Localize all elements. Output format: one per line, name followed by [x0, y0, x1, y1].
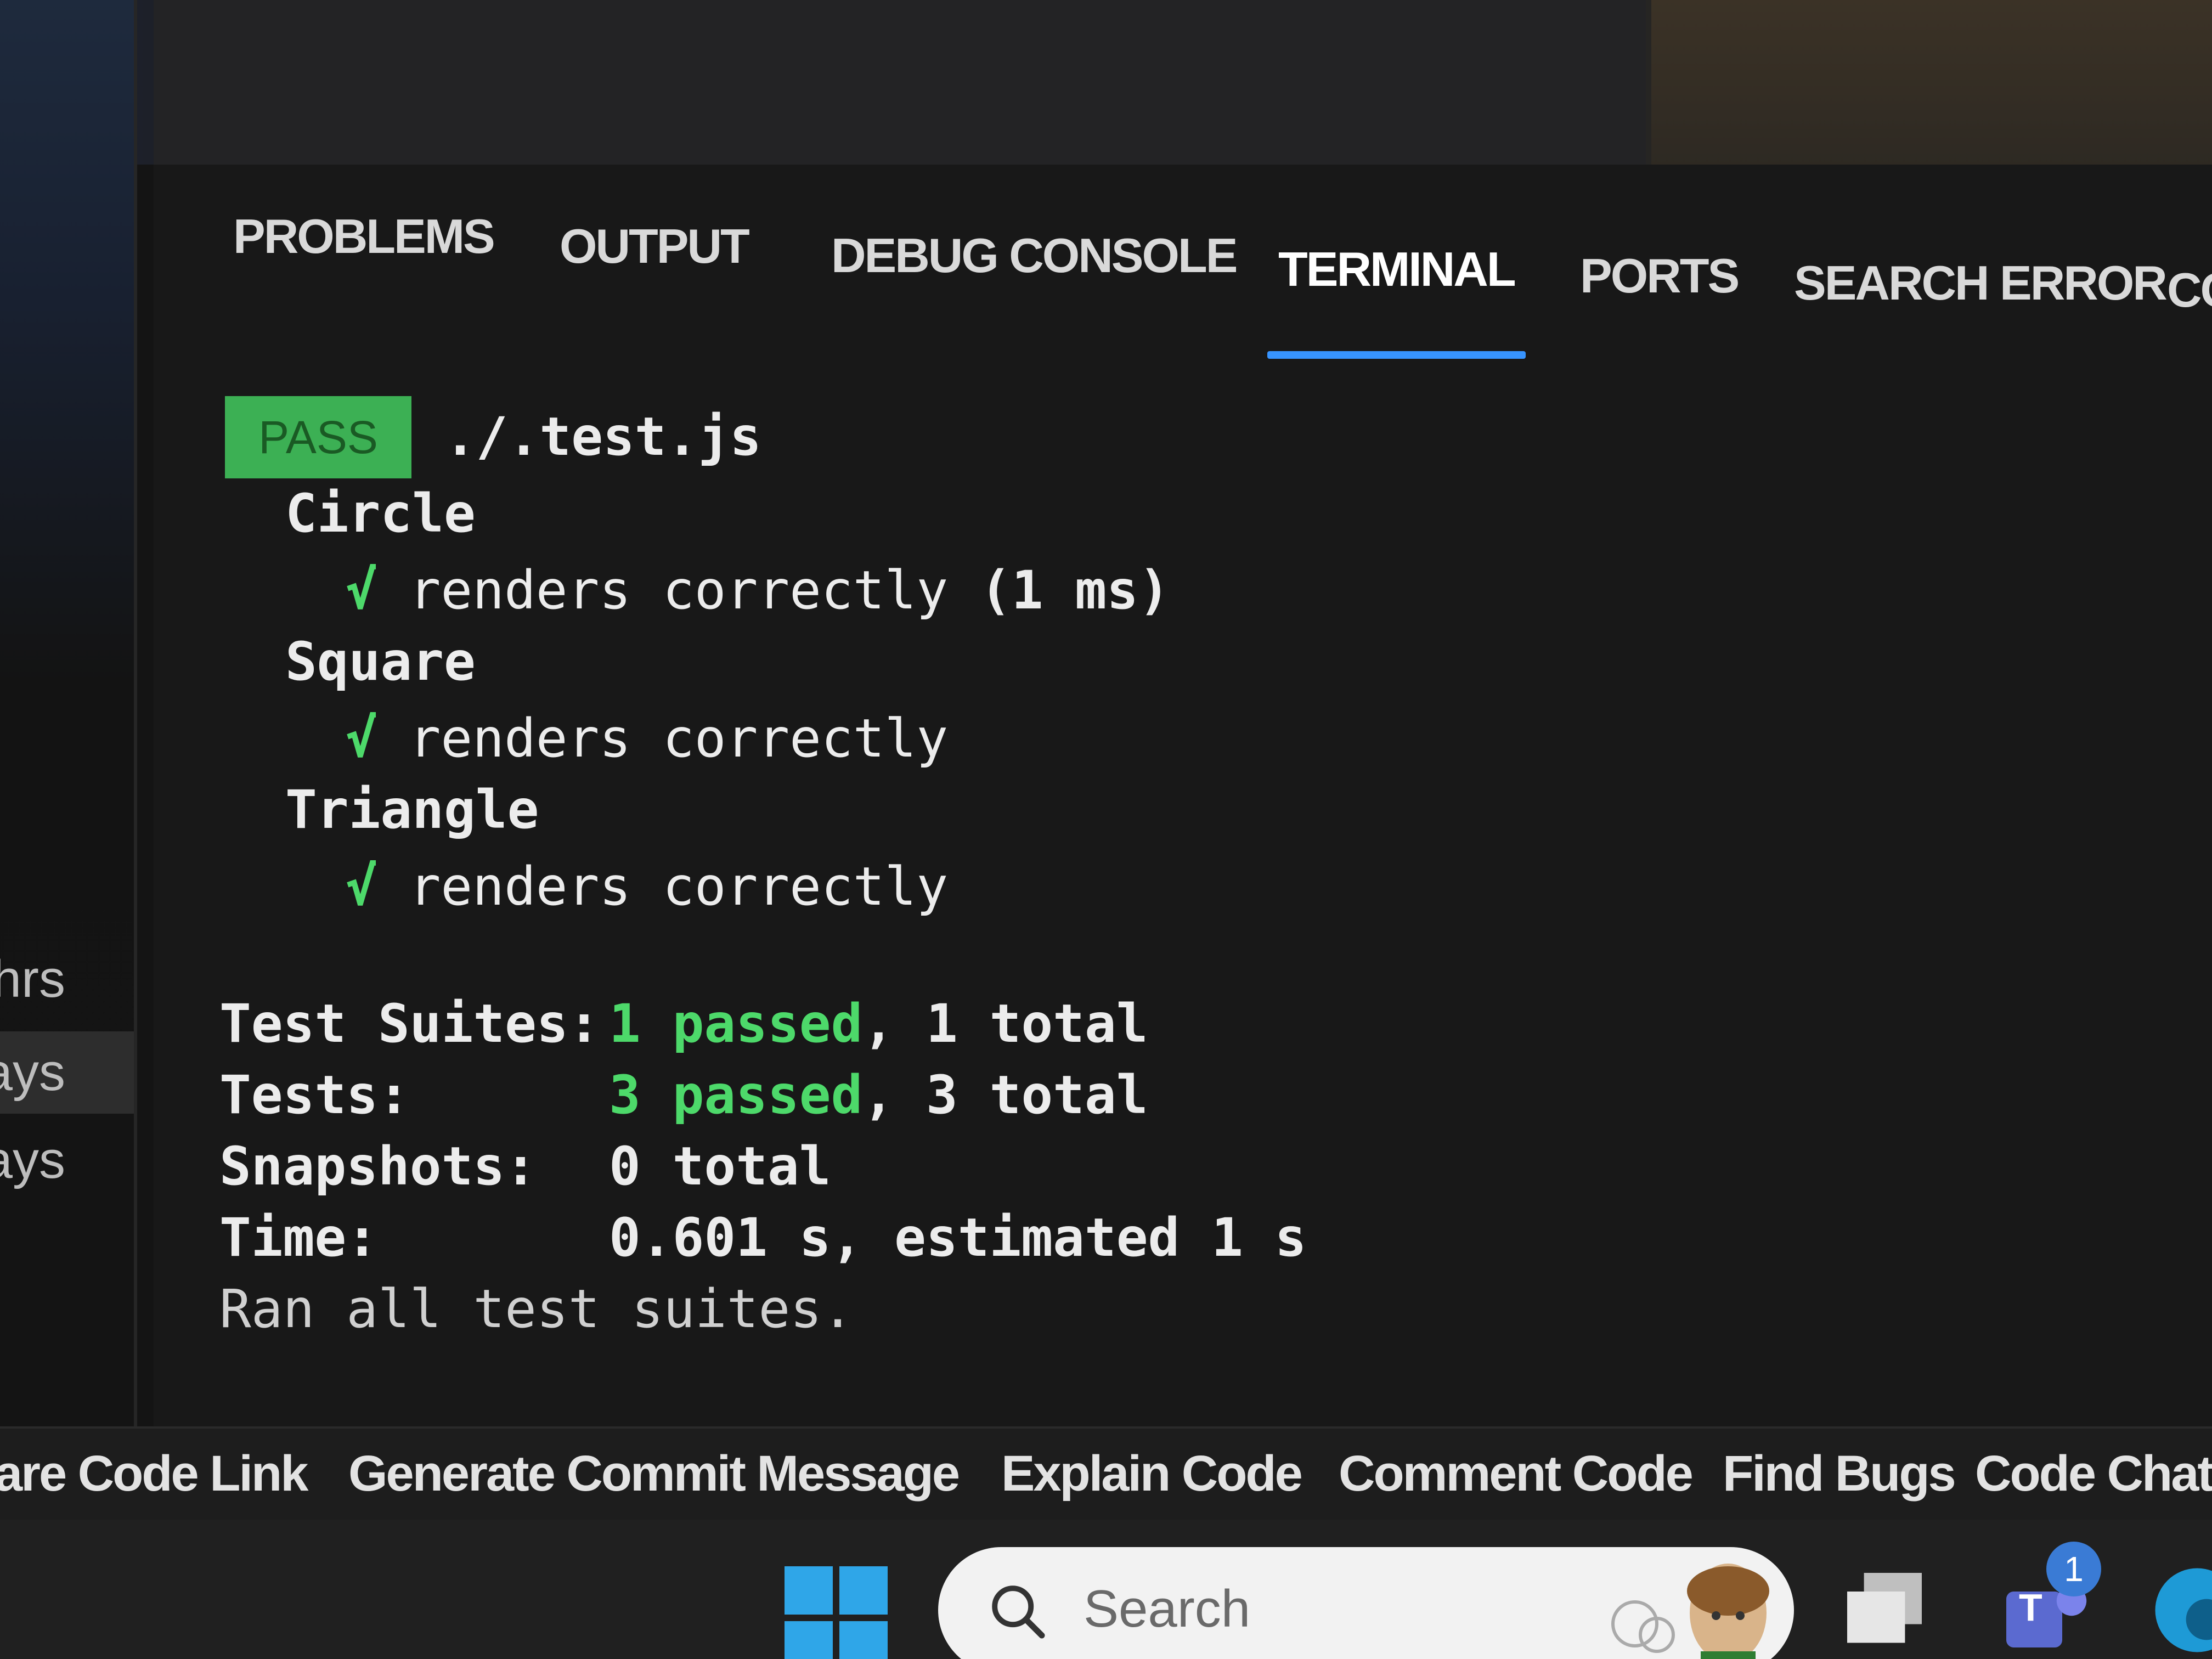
taskbar-search[interactable]: Search	[938, 1547, 1794, 1659]
suite-name: Square	[285, 631, 476, 692]
summary-tests-label: Tests:	[219, 1064, 410, 1126]
sidebar-item-1[interactable]: ays	[0, 1031, 134, 1114]
status-command-bar: are Code Link Generate Commit Message Ex…	[0, 1426, 2212, 1520]
summary-snapshots-value: 0 total	[609, 1136, 831, 1197]
panel-tabs: PROBLEMS OUTPUT DEBUG CONSOLE TERMINAL P…	[154, 165, 2212, 359]
search-highlight-icon	[1611, 1564, 1769, 1659]
tab-output[interactable]: OUTPUT	[560, 218, 750, 328]
tab-search-error[interactable]: SEARCH ERROR	[1794, 255, 2168, 365]
summary-time-label: Time:	[219, 1207, 378, 1268]
windows-start-icon[interactable]	[785, 1566, 889, 1659]
generate-commit-message-button[interactable]: Generate Commit Message	[348, 1445, 960, 1503]
sidebar-item-label: hrs	[0, 950, 65, 1008]
background-object	[1651, 0, 2212, 187]
explain-code-button[interactable]: Explain Code	[1001, 1445, 1303, 1503]
background-top	[0, 0, 2212, 187]
editor-area-edge	[154, 0, 1646, 165]
test-file-path: ./.test.js	[444, 406, 761, 467]
sidebar-item-label: ays	[0, 1043, 65, 1102]
search-icon	[992, 1585, 1045, 1639]
test-result-line: √ renders correctly (1 ms)	[346, 560, 1170, 621]
edge-icon[interactable]	[2151, 1564, 2212, 1657]
check-icon: √	[346, 708, 377, 769]
tab-debug-console[interactable]: DEBUG CONSOLE	[831, 228, 1238, 337]
test-result-line: √ renders correctly	[346, 856, 948, 917]
suites-total: , 1 total	[862, 993, 1148, 1054]
ran-all-suites: Ran all test suites.	[219, 1278, 854, 1340]
test-result-line: √ renders correctly	[346, 708, 948, 769]
terminal-output[interactable]: PASS ./.test.js Circle √ renders correct…	[154, 384, 2212, 1404]
summary-tests-value: 3 passed, 3 total	[609, 1064, 1148, 1126]
bottom-panel: PROBLEMS OUTPUT DEBUG CONSOLE TERMINAL P…	[154, 165, 2212, 1426]
suite-name: Circle	[285, 483, 476, 544]
test-name: renders correctly	[409, 560, 949, 621]
sidebar-item-0[interactable]: hrs	[0, 938, 134, 1020]
sidebar: hrs ays ays	[0, 0, 137, 1514]
suite-name: Triangle	[285, 779, 539, 840]
find-bugs-button[interactable]: Find Bugs	[1723, 1445, 1956, 1503]
test-name: renders correctly	[409, 708, 949, 769]
code-chat-button[interactable]: Code Chat	[1975, 1445, 2212, 1503]
sidebar-item-2[interactable]: ays	[0, 1119, 134, 1201]
tab-problems[interactable]: PROBLEMS	[233, 208, 495, 318]
check-icon: √	[346, 856, 377, 917]
tab-overflow[interactable]: CC	[2167, 262, 2212, 372]
comment-code-button[interactable]: Comment Code	[1339, 1445, 1694, 1503]
summary-snapshots-label: Snapshots:	[219, 1136, 537, 1197]
test-duration: (1 ms)	[979, 560, 1170, 621]
tab-terminal[interactable]: TERMINAL	[1267, 241, 1526, 359]
teams-letter: T	[2019, 1586, 2042, 1629]
summary-time-value: 0.601 s, estimated 1 s	[609, 1207, 1307, 1268]
pass-badge: PASS	[225, 396, 411, 478]
share-code-link-button[interactable]: are Code Link	[0, 1445, 308, 1503]
tests-total: , 3 total	[862, 1064, 1148, 1126]
test-name: renders correctly	[409, 856, 949, 917]
summary-suites-label: Test Suites:	[219, 993, 600, 1054]
summary-suites-value: 1 passed, 1 total	[609, 993, 1148, 1054]
sidebar-item-label: ays	[0, 1131, 65, 1189]
taskbar: Search T 1	[0, 1520, 2212, 1659]
suites-passed: 1 passed	[609, 993, 863, 1054]
check-icon: √	[346, 560, 377, 621]
teams-notification-badge: 1	[2046, 1542, 2101, 1596]
task-view-icon[interactable]	[1838, 1564, 1931, 1657]
tab-ports[interactable]: PORTS	[1580, 248, 1740, 358]
tests-passed: 3 passed	[609, 1064, 863, 1126]
search-placeholder: Search	[1084, 1579, 1251, 1638]
